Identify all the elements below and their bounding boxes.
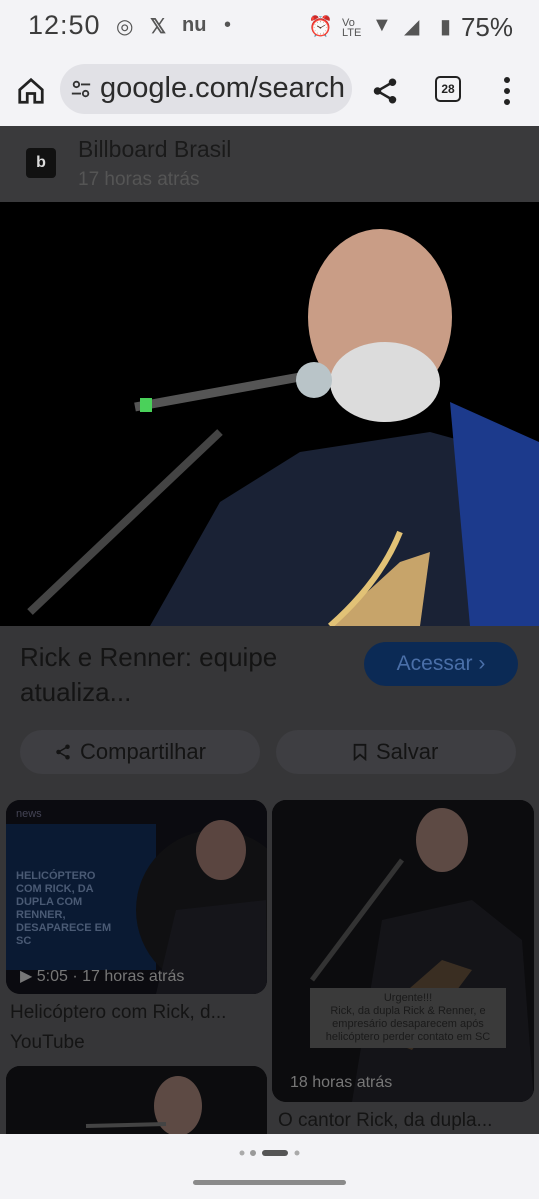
status-bar: 12:50 ◎ 𝕏 nu • ⏰ Vo LTE ▼ ◢ ▮ 75% (0, 0, 539, 56)
browser-toolbar: google.com/search 28 (0, 56, 539, 126)
share-label: Compartilhar (80, 739, 206, 764)
page-indicator (239, 1150, 300, 1156)
save-button[interactable]: Salvar (276, 730, 516, 774)
acessar-button[interactable]: Acessar › (364, 642, 518, 686)
video-duration: ▶ 5:05 · 17 horas atrás (20, 968, 185, 985)
alarm-icon: ⏰ (308, 16, 333, 38)
source-header[interactable]: b Billboard Brasil 17 horas atrás (0, 126, 539, 202)
page-content: b Billboard Brasil 17 horas atrás Rick e… (0, 126, 539, 1134)
dot-icon: • (224, 14, 232, 36)
image-time: 18 horas atrás (290, 1074, 393, 1091)
volte-icon: Vo LTE (342, 17, 362, 39)
wifi-icon: ▼ (372, 14, 392, 36)
share-icon (56, 744, 70, 760)
share-icon[interactable] (370, 76, 400, 106)
bookmark-icon (353, 743, 367, 761)
singer-photo (0, 202, 539, 626)
related-video-card[interactable]: news HELICÓPTERO COM RICK, DA DUPLA COM … (6, 800, 267, 994)
video-overlay-text: HELICÓPTERO COM RICK, DA DUPLA COM RENNE… (16, 870, 112, 947)
related-title-2[interactable]: O cantor Rick, da dupla... (278, 1110, 492, 1132)
nu-icon: nu (182, 14, 207, 36)
tab-switcher-button[interactable]: 28 (435, 76, 461, 102)
home-icon[interactable] (16, 76, 46, 106)
source-name: Billboard Brasil (78, 136, 232, 162)
save-label: Salvar (376, 739, 439, 764)
related-title-1[interactable]: Helicóptero com Rick, d... (10, 1002, 226, 1024)
more-menu-icon[interactable] (503, 76, 511, 106)
news-brand: news (16, 808, 42, 820)
site-settings-icon[interactable] (70, 78, 92, 100)
related-image (272, 800, 534, 1102)
x-icon: 𝕏 (150, 16, 167, 38)
bottom-bar (0, 1134, 539, 1199)
partial-thumbnail (6, 1066, 267, 1134)
related-source-1: YouTube (10, 1032, 85, 1053)
article-title[interactable]: Rick e Renner: equipe atualiza... (20, 640, 340, 710)
battery-icon: ▮ (440, 16, 452, 38)
clock: 12:50 (28, 10, 101, 40)
source-time: 17 horas atrás (78, 169, 200, 190)
related-image-card[interactable]: Urgente!!! Rick, da dupla Rick & Renner,… (272, 800, 534, 1102)
billboard-logo: b (26, 148, 56, 178)
share-button[interactable]: Compartilhar (20, 730, 260, 774)
signal-icon: ◢ (404, 16, 420, 38)
url-text: google.com/search (100, 72, 346, 104)
battery-level: 75% (460, 12, 513, 42)
article-details: Rick e Renner: equipe atualiza... Acessa… (0, 626, 539, 1134)
image-caption: Urgente!!! Rick, da dupla Rick & Renner,… (310, 988, 506, 1048)
article-image[interactable] (0, 202, 539, 626)
url-bar[interactable]: google.com/search (60, 64, 352, 114)
whatsapp-icon: ◎ (116, 16, 134, 38)
gesture-handle[interactable] (193, 1180, 346, 1185)
related-card-partial[interactable] (6, 1066, 267, 1134)
